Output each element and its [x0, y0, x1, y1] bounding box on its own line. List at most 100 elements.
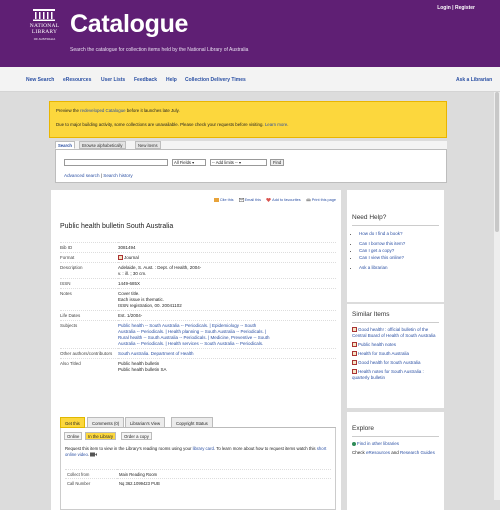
- similar-item: Good health! : official bulletin of the …: [352, 327, 436, 338]
- journal-icon: [118, 254, 123, 260]
- nav-user-lists[interactable]: User Lists: [101, 77, 125, 83]
- record-label: Other authors/contributors: [60, 348, 118, 359]
- page-scrollbar[interactable]: [494, 92, 500, 500]
- record-row-issn: ISSN 1449-685X: [60, 278, 336, 289]
- tab-search[interactable]: Search: [55, 141, 75, 149]
- book-icon: [352, 360, 357, 366]
- record-details-table: Bib ID 3081494 Format Journal Descriptio…: [60, 242, 336, 374]
- record-label: Format: [60, 252, 118, 263]
- record-value: Adelaide, S. Aust. : Dept. of Health, 20…: [118, 262, 336, 279]
- tab-copyright-status[interactable]: Copyright Status: [171, 417, 213, 428]
- redeveloped-catalogue-link[interactable]: redeveloped Catalogue: [80, 108, 125, 113]
- record-value: 3081494: [118, 242, 336, 253]
- print-tool[interactable]: Print this page: [306, 198, 336, 202]
- eresources-link[interactable]: eResources: [366, 450, 390, 455]
- nav-new-search[interactable]: New Search: [26, 77, 54, 83]
- nav-collection-delivery-times[interactable]: Collection Delivery Times: [185, 77, 246, 83]
- record-row-subjects: Subjects Public health -- South Australi…: [60, 320, 336, 349]
- record-value: Public health bulletin Public health bul…: [118, 358, 336, 374]
- heart-icon: [266, 198, 271, 202]
- field-select-value: All Fields: [174, 160, 191, 165]
- similar-item: Good health for South Australia: [352, 360, 439, 366]
- tab-get-this[interactable]: Get this: [60, 417, 85, 428]
- book-icon: [352, 327, 357, 333]
- limits-select[interactable]: -- Add limits -- ▾: [210, 159, 267, 166]
- record-value: Journal: [118, 252, 336, 263]
- logo-text: NATIONAL LIBRARY: [29, 23, 60, 35]
- sub-tab-order-a-copy[interactable]: Order a copy: [121, 432, 152, 440]
- record-label: Life Dates: [60, 310, 118, 321]
- author-link[interactable]: South Australia. Department of Health: [118, 351, 336, 357]
- similar-items-title: Similar Items: [352, 311, 390, 318]
- holdings-table: Collect from Main Reading Room Call Numbe…: [65, 469, 331, 487]
- divider: [352, 436, 439, 437]
- request-instructions: Request this item to view in the Library…: [65, 446, 327, 457]
- record-tools: Cite this Email this Add to favourites P…: [210, 198, 336, 202]
- record-row-format: Format Journal: [60, 252, 336, 263]
- nav-help[interactable]: Help: [166, 77, 177, 83]
- sub-tab-in-the-library[interactable]: In the Library: [85, 432, 117, 440]
- record-value: Public health -- South Australia -- Peri…: [118, 320, 336, 349]
- record-row-other-authors: Other authors/contributors South Austral…: [60, 348, 336, 359]
- record-label: Notes: [60, 288, 118, 311]
- record-row-notes: Notes Cover title. Each issue is themati…: [60, 288, 336, 311]
- email-this-tool[interactable]: Email this: [238, 198, 261, 202]
- site-header: NATIONAL LIBRARY OF AUSTRALIA Catalogue …: [0, 0, 500, 67]
- sub-tab-online[interactable]: Online: [64, 432, 83, 440]
- find-in-other-libraries: Find in other libraries: [352, 441, 439, 447]
- holdings-row: Call Number Nq 362.1099423 PUB: [65, 478, 331, 487]
- help-item: Can I borrow this item?: [359, 240, 439, 247]
- similar-item: Health for South Australia: [352, 351, 439, 357]
- cite-this-tool[interactable]: Cite this: [213, 198, 234, 202]
- subject-links-line[interactable]: Australia -- Periodicals. | Health servi…: [118, 341, 336, 347]
- help-item: Can I view this online?: [359, 254, 439, 261]
- record-row-also-titled: Also Titled Public health bulletin Publi…: [60, 358, 336, 374]
- sidebar: Need Help? How do I find a book? Can I b…: [347, 190, 444, 510]
- building-icon: [33, 9, 55, 21]
- notice-line-preview: Preview the redeveloped Catalogue before…: [56, 108, 180, 113]
- search-links: Advanced search | Search history: [64, 173, 133, 178]
- nav-feedback[interactable]: Feedback: [134, 77, 157, 83]
- advanced-search-link[interactable]: Advanced search: [64, 173, 100, 178]
- book-icon: [352, 369, 357, 375]
- record-title: Public health bulletin South Australia: [60, 223, 174, 230]
- record-value: Cover title. Each issue is thematic. ISS…: [118, 288, 336, 311]
- find-button[interactable]: Find: [270, 159, 285, 166]
- search-history-link[interactable]: Search history: [103, 173, 132, 178]
- record-label: Subjects: [60, 320, 118, 349]
- tab-browse-alphabetically[interactable]: Browse alphabetically: [79, 141, 126, 149]
- user-links: Login | Register: [437, 5, 475, 11]
- search-input[interactable]: [64, 159, 168, 166]
- site-tagline: Search the catalogue for collection item…: [70, 47, 249, 53]
- register-link[interactable]: Register: [455, 5, 475, 11]
- record-label: Bib ID: [60, 242, 118, 253]
- notice-line-building: Due to major building activity, some col…: [56, 122, 289, 127]
- need-help-box: Need Help? How do I find a book? Can I b…: [347, 190, 444, 302]
- chevron-down-icon: ▾: [192, 160, 195, 165]
- get-this-panel: Online In the Library Order a copy Reque…: [60, 428, 336, 510]
- detail-tabs: Get this Comments (0) Librarian's View C…: [60, 415, 336, 428]
- record-label: Description: [60, 262, 118, 279]
- tab-librarians-view[interactable]: Librarian's View: [125, 417, 166, 428]
- logo-subtext: OF AUSTRALIA: [33, 37, 56, 41]
- nla-logo[interactable]: NATIONAL LIBRARY OF AUSTRALIA: [26, 9, 63, 47]
- tab-new-items[interactable]: New items: [135, 141, 161, 149]
- add-to-favourites-tool[interactable]: Add to favourites: [266, 198, 301, 202]
- nav-eresources[interactable]: eResources: [63, 77, 91, 83]
- notice-banner: Preview the redeveloped Catalogue before…: [49, 101, 447, 138]
- main-nav: New Search eResources User Lists Feedbac…: [0, 67, 500, 92]
- research-guides-link[interactable]: Research Guides: [400, 450, 435, 455]
- library-card-link[interactable]: library card: [193, 446, 214, 451]
- tab-comments[interactable]: Comments (0): [87, 417, 125, 428]
- login-link[interactable]: Login: [437, 5, 451, 11]
- scrollbar-thumb[interactable]: [495, 92, 499, 232]
- nav-ask-a-librarian[interactable]: Ask a Librarian: [456, 77, 492, 83]
- video-icon[interactable]: [90, 452, 98, 457]
- help-item: How do I find a book?: [359, 230, 439, 237]
- explore-title: Explore: [352, 425, 375, 432]
- chevron-down-icon: ▾: [239, 160, 242, 165]
- field-select[interactable]: All Fields ▾: [172, 159, 206, 166]
- learn-more-link[interactable]: Learn more: [265, 122, 287, 127]
- record-row-bib-id: Bib ID 3081494: [60, 242, 336, 253]
- site-title: Catalogue: [70, 10, 189, 38]
